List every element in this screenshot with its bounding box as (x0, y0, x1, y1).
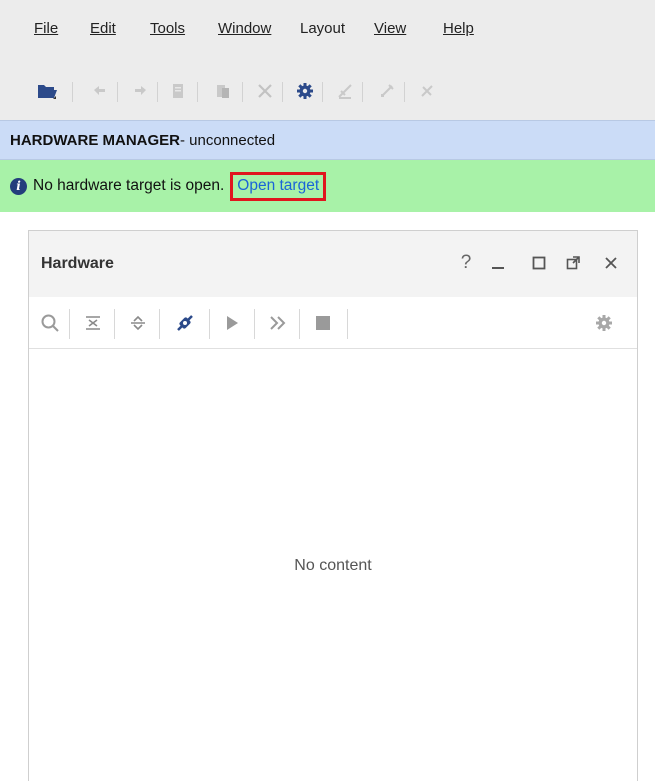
toolbar-separator (404, 82, 405, 102)
hardware-manager-header: HARDWARE MANAGER - unconnected (0, 120, 655, 160)
copy-icon[interactable] (163, 76, 193, 106)
toolbar-separator (72, 82, 73, 102)
float-icon[interactable] (563, 253, 583, 273)
panel-toolbar-separator (114, 309, 115, 339)
auto-connect-icon[interactable] (172, 311, 198, 335)
panel-toolbar-separator (299, 309, 300, 339)
menu-tools[interactable]: Tools (150, 20, 185, 37)
collapse-all-icon[interactable] (80, 311, 106, 335)
help-button[interactable]: ? (456, 252, 476, 273)
expand-all-icon[interactable] (125, 311, 151, 335)
disabled-remove-icon[interactable] (412, 76, 442, 106)
hardware-manager-title: HARDWARE MANAGER (10, 131, 180, 149)
panel-toolbar-separator (69, 309, 70, 339)
panel-toolbar-separator (209, 309, 210, 339)
delete-icon[interactable] (250, 76, 280, 106)
open-project-icon[interactable] (32, 76, 62, 106)
gear-icon[interactable] (591, 311, 617, 335)
toolbar-separator (322, 82, 323, 102)
menu-window[interactable]: Window (218, 20, 271, 37)
menu-bar: File Edit Tools Window Layout View Help (0, 0, 655, 60)
panel-toolbar-separator (159, 309, 160, 339)
hardware-panel: Hardware ? No content (28, 230, 638, 781)
panel-toolbar-separator (254, 309, 255, 339)
toolbar-separator (242, 82, 243, 102)
info-banner: i No hardware target is open. Open targe… (0, 160, 655, 212)
settings-icon[interactable] (290, 76, 320, 106)
panel-title-bar: Hardware ? (29, 231, 637, 297)
toolbar-separator (362, 82, 363, 102)
info-icon: i (10, 177, 27, 195)
connection-status: - unconnected (180, 131, 276, 149)
minimize-icon[interactable] (488, 253, 508, 273)
close-icon[interactable] (601, 253, 621, 273)
menu-edit[interactable]: Edit (90, 20, 116, 37)
search-icon[interactable] (37, 311, 63, 335)
stop-icon[interactable] (310, 311, 336, 335)
maximize-icon[interactable] (529, 253, 549, 273)
toolbar-separator (197, 82, 198, 102)
menu-file[interactable]: File (34, 20, 58, 37)
hardware-tree: No content (29, 349, 637, 781)
toolbar-separator (282, 82, 283, 102)
play-icon[interactable] (219, 311, 245, 335)
disabled-edit-icon[interactable] (372, 76, 402, 106)
redo-icon[interactable] (125, 76, 155, 106)
toolbar-separator (157, 82, 158, 102)
fast-forward-icon[interactable] (265, 311, 291, 335)
undo-icon[interactable] (85, 76, 115, 106)
paste-icon[interactable] (208, 76, 238, 106)
panel-title: Hardware (41, 255, 114, 272)
toolbar-separator (117, 82, 118, 102)
banner-message: No hardware target is open. (33, 177, 225, 194)
auto-connect-icon[interactable] (330, 76, 360, 106)
panel-toolbar (29, 297, 637, 349)
main-toolbar (0, 60, 655, 120)
menu-layout[interactable]: Layout (300, 20, 345, 37)
menu-help[interactable]: Help (443, 20, 474, 37)
open-target-link[interactable]: Open target (230, 171, 327, 201)
menu-view[interactable]: View (374, 20, 406, 37)
panel-toolbar-separator (347, 309, 348, 339)
empty-message: No content (294, 557, 372, 574)
